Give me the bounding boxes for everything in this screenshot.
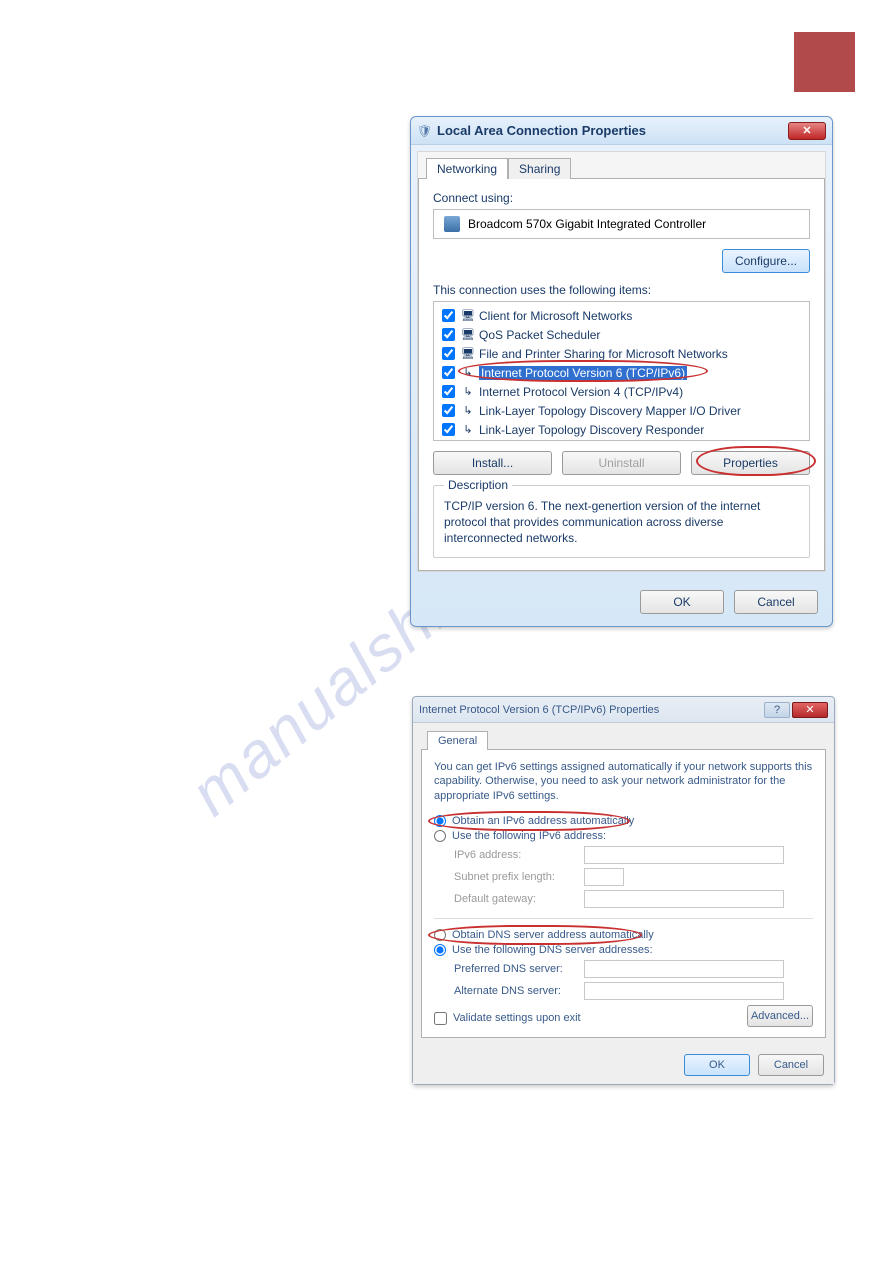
field-prefix-length: Subnet prefix length: [454,868,813,886]
list-item[interactable]: 🖥 File and Printer Sharing for Microsoft… [442,344,801,363]
alternate-dns-input[interactable] [584,982,784,1000]
protocol-icon: ↳ [461,385,475,399]
items-label: This connection uses the following items… [433,283,810,297]
field-gateway: Default gateway: [454,890,813,908]
item-checkbox[interactable] [442,328,455,341]
qos-icon: 🖥 [461,328,475,342]
item-checkbox[interactable] [442,347,455,360]
lltd-icon: ↳ [461,404,475,418]
titlebar[interactable]: Internet Protocol Version 6 (TCP/IPv6) P… [413,697,834,723]
list-item-selected[interactable]: ↳ Internet Protocol Version 6 (TCP/IPv6) [442,363,801,382]
ok-button[interactable]: OK [640,590,724,614]
properties-button[interactable]: Properties [691,451,810,475]
nic-icon [444,216,460,232]
tab-sharing[interactable]: Sharing [508,158,571,179]
radio-auto-ip-label: Obtain an IPv6 address automatically [452,815,634,827]
description-group: Description TCP/IP version 6. The next-g… [433,485,810,558]
close-button[interactable]: ✕ [788,122,826,140]
ipv6-address-label: IPv6 address: [454,849,584,861]
adapter-name: Broadcom 570x Gigabit Integrated Control… [468,217,706,231]
cancel-button[interactable]: Cancel [734,590,818,614]
page-marker [794,32,855,92]
list-item[interactable]: ↳ Link-Layer Topology Discovery Responde… [442,420,801,439]
dialog-title: Internet Protocol Version 6 (TCP/IPv6) P… [419,704,762,716]
gateway-label: Default gateway: [454,893,584,905]
field-alternate-dns: Alternate DNS server: [454,982,813,1000]
lan-properties-dialog: 🛡 Local Area Connection Properties ✕ Net… [410,116,833,627]
radio-manual-dns-label: Use the following DNS server addresses: [452,944,653,956]
dialog-title: Local Area Connection Properties [437,123,788,138]
item-label: Link-Layer Topology Discovery Responder [479,423,704,437]
list-item[interactable]: 🖥 Client for Microsoft Networks [442,306,801,325]
validate-label: Validate settings upon exit [453,1012,581,1024]
install-button[interactable]: Install... [433,451,552,475]
networking-tab-page: Connect using: Broadcom 570x Gigabit Int… [418,178,825,571]
configure-button[interactable]: Configure... [722,249,810,273]
titlebar[interactable]: 🛡 Local Area Connection Properties ✕ [411,117,832,145]
item-checkbox[interactable] [442,423,455,436]
lltd-icon: ↳ [461,423,475,437]
client-icon: 🖥 [461,309,475,323]
ipv6-address-input[interactable] [584,846,784,864]
dialog-footer: OK Cancel [413,1046,834,1084]
protocol-icon: ↳ [461,366,475,380]
shield-icon: 🛡 [417,124,431,138]
radio-auto-ip[interactable]: Obtain an IPv6 address automatically [434,815,813,827]
ok-button[interactable]: OK [684,1054,750,1076]
item-label: File and Printer Sharing for Microsoft N… [479,347,728,361]
item-label: QoS Packet Scheduler [479,328,600,342]
prefix-length-label: Subnet prefix length: [454,871,584,883]
item-checkbox[interactable] [442,309,455,322]
dialog-footer: OK Cancel [411,578,832,626]
radio-manual-dns-input[interactable] [434,944,446,956]
connect-using-label: Connect using: [433,191,810,205]
preferred-dns-input[interactable] [584,960,784,978]
divider [434,918,813,919]
help-button[interactable]: ? [764,702,790,718]
prefix-length-input[interactable] [584,868,624,886]
description-legend: Description [444,478,512,492]
field-ipv6-address: IPv6 address: [454,846,813,864]
item-checkbox[interactable] [442,385,455,398]
validate-checkbox[interactable] [434,1012,447,1025]
fileshare-icon: 🖥 [461,347,475,361]
advanced-button[interactable]: Advanced... [747,1005,813,1027]
list-item[interactable]: ↳ Internet Protocol Version 4 (TCP/IPv4) [442,382,801,401]
item-checkbox[interactable] [442,404,455,417]
preferred-dns-label: Preferred DNS server: [454,963,584,975]
tab-networking[interactable]: Networking [426,158,508,179]
intro-text: You can get IPv6 settings assigned autom… [434,760,813,803]
general-tab-page: You can get IPv6 settings assigned autom… [421,749,826,1038]
alternate-dns-label: Alternate DNS server: [454,985,584,997]
description-text: TCP/IP version 6. The next-genertion ver… [444,498,799,547]
uninstall-button[interactable]: Uninstall [562,451,681,475]
tab-strip: General [421,731,826,750]
item-label: Link-Layer Topology Discovery Mapper I/O… [479,404,741,418]
radio-manual-ip-input[interactable] [434,830,446,842]
radio-manual-dns[interactable]: Use the following DNS server addresses: [434,944,813,956]
tab-strip: Networking Sharing [418,152,825,179]
item-label: Internet Protocol Version 4 (TCP/IPv4) [479,385,683,399]
radio-manual-ip[interactable]: Use the following IPv6 address: [434,830,813,842]
radio-auto-dns-label: Obtain DNS server address automatically [452,929,654,941]
list-item[interactable]: 🖥 QoS Packet Scheduler [442,325,801,344]
tab-general[interactable]: General [427,731,488,750]
radio-auto-dns[interactable]: Obtain DNS server address automatically [434,929,813,941]
gateway-input[interactable] [584,890,784,908]
item-checkbox[interactable] [442,366,455,379]
field-preferred-dns: Preferred DNS server: [454,960,813,978]
ipv6-properties-dialog: Internet Protocol Version 6 (TCP/IPv6) P… [412,696,835,1085]
close-button[interactable]: ✕ [792,702,828,718]
cancel-button[interactable]: Cancel [758,1054,824,1076]
list-item[interactable]: ↳ Link-Layer Topology Discovery Mapper I… [442,401,801,420]
item-label: Client for Microsoft Networks [479,309,632,323]
adapter-box[interactable]: Broadcom 570x Gigabit Integrated Control… [433,209,810,239]
radio-manual-ip-label: Use the following IPv6 address: [452,830,606,842]
radio-auto-ip-input[interactable] [434,815,446,827]
item-label: Internet Protocol Version 6 (TCP/IPv6) [479,366,687,380]
items-listbox[interactable]: 🖥 Client for Microsoft Networks 🖥 QoS Pa… [433,301,810,441]
radio-auto-dns-input[interactable] [434,929,446,941]
